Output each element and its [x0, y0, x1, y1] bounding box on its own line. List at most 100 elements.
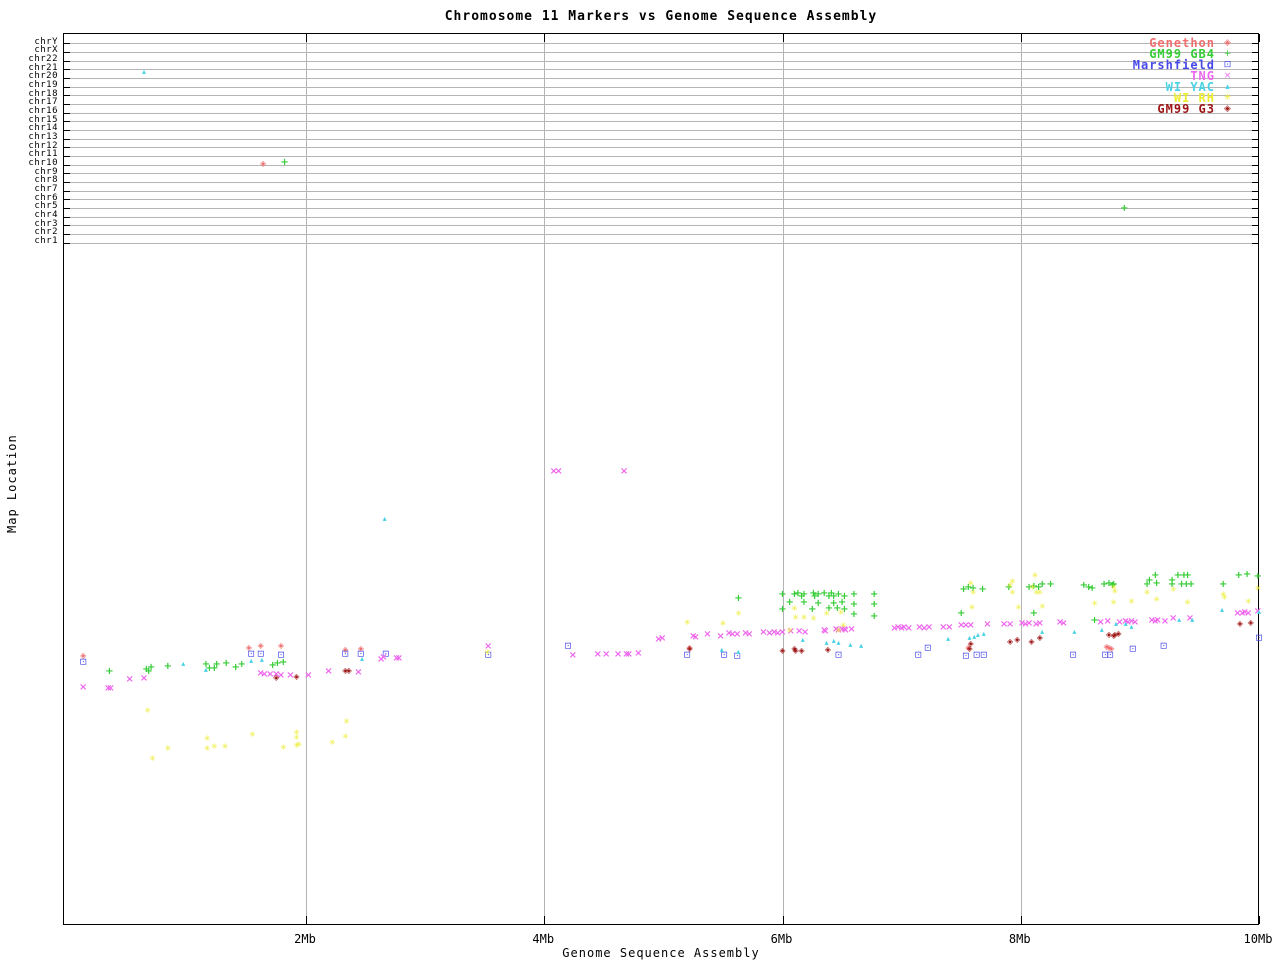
chrom-label: chr1 — [34, 236, 58, 247]
chromosome-gridline — [64, 60, 1258, 62]
scatter-point-wi_yac: ▴ — [1123, 618, 1128, 628]
scatter-point-wi_rh: ✳ — [969, 588, 977, 598]
scatter-point-tng: × — [568, 649, 578, 661]
scatter-point-wi_rh: ✳ — [1036, 588, 1044, 598]
legend: Genethon ◈ GM99 GB4 + Marshfield ⊡ TNG × WI YAC ▴… — [1133, 36, 1241, 116]
chart-title: Chromosome 11 Markers vs Genome Sequence… — [444, 9, 878, 24]
chromosome-tick-right — [1252, 190, 1258, 192]
chromosome-tick-right — [1252, 225, 1258, 227]
scatter-point-wi_rh: ✳ — [210, 741, 218, 751]
chromosome-tick-right — [1252, 164, 1258, 166]
chromosome-gridline — [64, 190, 1258, 192]
scatter-point-wi_rh: ✳ — [144, 706, 151, 716]
scatter-point-tng: × — [379, 652, 388, 664]
chromosome-tick-right — [1252, 233, 1258, 235]
chromosome-tick-left — [64, 164, 70, 166]
scatter-point-wi_rh: ✳ — [1110, 598, 1118, 608]
chromosome-tick-left — [64, 233, 70, 235]
scatter-point-tng: × — [106, 682, 115, 694]
scatter-point-tng: × — [744, 629, 754, 641]
x-tick-label: 6Mb — [770, 932, 793, 946]
legend-glyph-hatched-diamond: ◈ — [1224, 37, 1232, 48]
chromosome-tick-left — [64, 207, 70, 209]
scatter-point-tng: × — [966, 620, 975, 632]
chromosome-tick-left — [64, 86, 70, 88]
scatter-point-wi_yac: ▴ — [1190, 615, 1195, 625]
chromosome-gridline — [64, 207, 1258, 209]
scatter-point-wi_rh: ✳ — [839, 621, 847, 631]
scatter-point-gm99_g3: ◈ — [1036, 632, 1043, 642]
scatter-point-wi_yac: ▴ — [1072, 626, 1077, 636]
chromosome-gridline — [64, 112, 1258, 114]
scatter-point-wi_rh: ✳ — [1031, 571, 1039, 581]
scatter-point-tng: × — [593, 648, 603, 660]
scatter-point-tng: × — [554, 465, 563, 477]
mb-gridline — [544, 34, 546, 924]
chromosome-gridline — [64, 233, 1258, 235]
scatter-point-wi_rh: ✳ — [328, 738, 336, 748]
chromosome-tick-left — [64, 77, 70, 79]
scatter-point-tng: × — [1005, 619, 1015, 631]
scatter-point-gm99_gb4: + — [799, 597, 809, 609]
scatter-point-wi_yac: ▴ — [836, 638, 841, 648]
chromosome-tick-left — [64, 242, 70, 244]
scatter-point-wi_yac: ▴ — [946, 633, 951, 643]
chromosome-tick-left — [64, 190, 70, 192]
legend-glyph-cross: × — [1223, 70, 1233, 81]
mb-tick-top — [1020, 34, 1022, 42]
chromosome-tick-left — [64, 138, 70, 140]
scatter-point-tng: × — [1059, 617, 1068, 629]
chromosome-tick-right — [1252, 112, 1258, 114]
scatter-point-wi_yac: ▴ — [831, 636, 836, 646]
legend-glyph-boxed-dot: ⊡ — [1223, 59, 1233, 70]
chromosome-gridline — [64, 121, 1258, 123]
scatter-point-marshfield: ⊡ — [1106, 650, 1114, 661]
scatter-point-tng: × — [139, 672, 149, 684]
scatter-point-wi_yac: ▴ — [848, 640, 853, 650]
chromosome-tick-left — [64, 103, 70, 105]
scatter-point-tng: × — [924, 622, 934, 634]
scatter-point-gm99_g3: ◈ — [779, 646, 786, 656]
scatter-point-wi_yac: ▴ — [1099, 624, 1104, 634]
scatter-point-gm99_gb4: + — [978, 583, 987, 595]
chromosome-gridline — [64, 103, 1258, 105]
scatter-point-tng: × — [624, 648, 634, 660]
chromosome-gridline — [64, 77, 1258, 79]
scatter-point-gm99_gb4: + — [1219, 579, 1228, 591]
scatter-point-wi_rh: ✳ — [164, 744, 172, 754]
chromosome-tick-left — [64, 129, 70, 131]
scatter-point-tng: × — [634, 647, 643, 659]
scatter-point-wi_rh: ✳ — [249, 730, 256, 740]
scatter-point-gm99_gb4: + — [1152, 578, 1161, 590]
chromosome-tick-left — [64, 112, 70, 114]
scatter-point-wi_yac: ▴ — [1177, 615, 1182, 625]
scatter-point-tng: × — [945, 622, 954, 634]
mb-tick-bottom — [1020, 916, 1022, 924]
scatter-point-gm99_g3: ◈ — [967, 639, 974, 649]
legend-glyph-plus: + — [1223, 48, 1233, 59]
scatter-point-wi_rh: ✳ — [203, 733, 211, 743]
scatter-point-wi_rh: ✳ — [1184, 598, 1191, 608]
scatter-point-wi_rh: ✳ — [967, 579, 975, 589]
mb-tick-top — [544, 34, 546, 42]
chromosome-tick-right — [1252, 51, 1258, 53]
chromosome-tick-left — [64, 43, 70, 45]
scatter-point-gm99_g3: ◈ — [1028, 637, 1035, 647]
scatter-point-marshfield: ⊡ — [1255, 633, 1263, 644]
scatter-point-tng: × — [1103, 615, 1112, 627]
mb-tick-top — [306, 34, 307, 42]
scatter-point-wi_rh: ✳ — [735, 608, 742, 618]
chromosome-tick-right — [1252, 43, 1258, 45]
chromosome-gridline — [64, 86, 1258, 88]
scatter-point-gm99_g3: ◈ — [824, 645, 831, 655]
scatter-point-tng: × — [354, 666, 363, 678]
scatter-point-gm99_gb4: + — [1088, 582, 1097, 594]
scatter-point-wi_rh: ✳ — [792, 613, 799, 623]
scatter-point-gm99_gb4: + — [221, 657, 231, 669]
scatter-point-gm99_g3: ◈ — [1115, 629, 1122, 639]
x-tick-label: 8Mb — [1008, 932, 1031, 946]
scatter-point-gm99_g3: ◈ — [1236, 618, 1244, 628]
legend-glyph-hatched-diamond: ◈ — [1224, 103, 1232, 114]
chart-page: { "title": "Chromosome 11 Markers vs Gen… — [0, 0, 1280, 960]
scatter-point-wi_rh: ✳ — [786, 625, 793, 635]
